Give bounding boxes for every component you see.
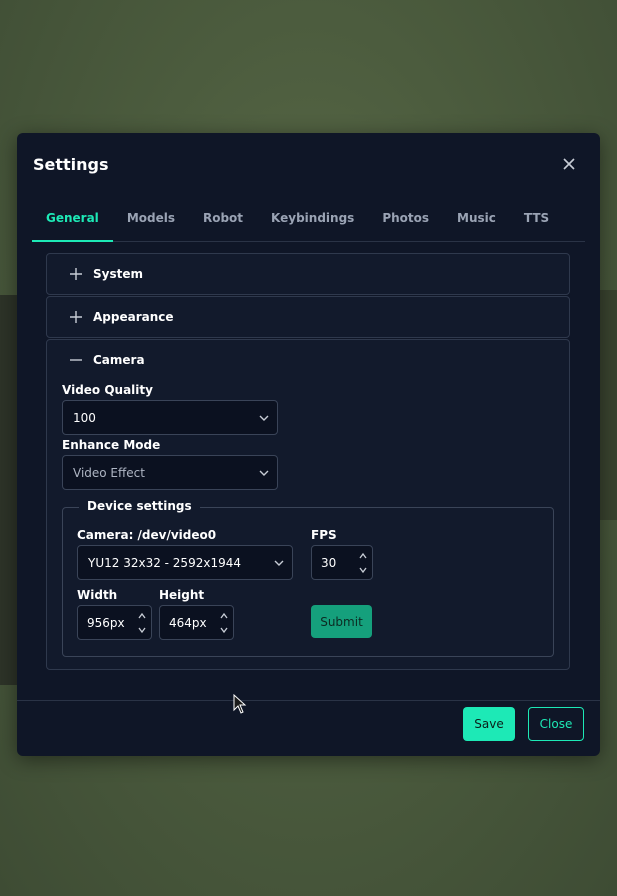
enhance-mode-value: Video Effect	[73, 465, 145, 480]
accordion-appearance: Appearance	[46, 296, 570, 338]
height-input[interactable]: 464px	[159, 605, 234, 640]
save-button[interactable]: Save	[463, 707, 515, 741]
chevron-down-icon	[259, 470, 269, 476]
chevron-down-icon	[259, 415, 269, 421]
device-settings-fieldset: Device settings Camera: /dev/video0 YU12…	[62, 499, 554, 657]
video-quality-select[interactable]: 100	[62, 400, 278, 435]
plus-icon	[70, 268, 82, 280]
tab-general[interactable]: General	[32, 200, 113, 242]
enhance-mode-select[interactable]: Video Effect	[62, 455, 278, 490]
tab-bar: General Models Robot Keybindings Photos …	[32, 200, 585, 242]
tab-music[interactable]: Music	[443, 200, 510, 242]
video-quality-value: 100	[73, 410, 96, 425]
submit-button[interactable]: Submit	[311, 605, 372, 638]
tab-robot[interactable]: Robot	[189, 200, 257, 242]
close-button[interactable]: Close	[528, 707, 584, 741]
spinner-arrows-icon[interactable]	[219, 610, 229, 636]
footer-divider	[17, 700, 600, 701]
fps-input[interactable]: 30	[311, 545, 373, 580]
camera-device-label: Camera: /dev/video0	[77, 528, 217, 542]
width-input[interactable]: 956px	[77, 605, 152, 640]
camera-format-select[interactable]: YU12 32x32 - 2592x1944	[77, 545, 293, 580]
tab-photos[interactable]: Photos	[368, 200, 443, 242]
mouse-cursor-icon	[233, 694, 247, 714]
background-shape-left	[0, 295, 18, 685]
spinner-arrows-icon[interactable]	[358, 550, 368, 576]
chevron-down-icon	[274, 560, 284, 566]
plus-icon	[70, 311, 82, 323]
accordion-appearance-label: Appearance	[93, 310, 174, 324]
width-value: 956px	[87, 615, 125, 630]
height-value: 464px	[169, 615, 207, 630]
accordion-system-label: System	[93, 267, 143, 281]
close-icon[interactable]	[562, 157, 576, 171]
accordion-system-header[interactable]: System	[47, 254, 569, 294]
tab-keybindings[interactable]: Keybindings	[257, 200, 368, 242]
device-settings-legend: Device settings	[79, 499, 200, 513]
width-label: Width	[77, 588, 118, 602]
tab-tts[interactable]: TTS	[510, 200, 563, 242]
dialog-title: Settings	[33, 155, 109, 174]
height-label: Height	[159, 588, 205, 602]
spinner-arrows-icon[interactable]	[137, 610, 147, 636]
minus-icon	[70, 359, 82, 361]
accordion-camera-header[interactable]: Camera	[47, 340, 569, 380]
fps-value: 30	[321, 555, 337, 570]
accordion-appearance-header[interactable]: Appearance	[47, 297, 569, 337]
camera-format-value: YU12 32x32 - 2592x1944	[88, 555, 241, 570]
accordion-camera-label: Camera	[93, 353, 145, 367]
accordion-system: System	[46, 253, 570, 295]
tab-models[interactable]: Models	[113, 200, 189, 242]
fps-label: FPS	[311, 528, 337, 542]
settings-dialog: Settings General Models Robot Keybinding…	[17, 133, 600, 756]
background-shape-right	[599, 290, 617, 520]
enhance-mode-label: Enhance Mode	[62, 438, 161, 452]
accordion-camera: Camera Video Quality 100 Enhance Mode Vi…	[46, 339, 570, 670]
video-quality-label: Video Quality	[62, 383, 153, 397]
